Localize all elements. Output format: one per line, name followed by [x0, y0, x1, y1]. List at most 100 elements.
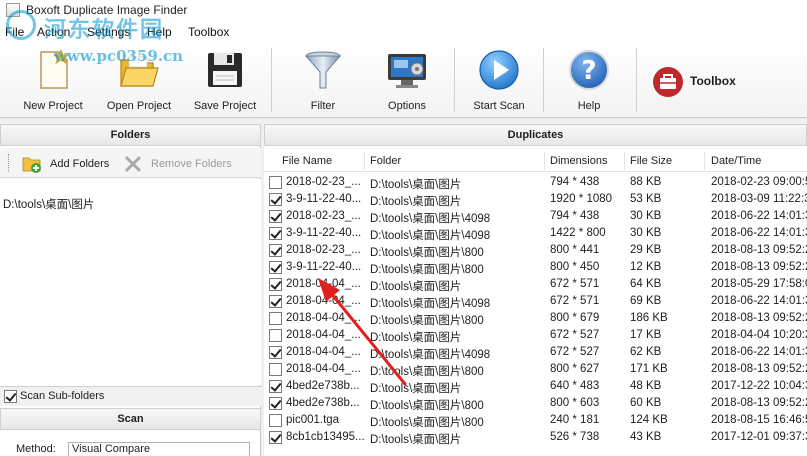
row-checkbox[interactable]	[269, 380, 282, 393]
column-dimensions[interactable]: Dimensions	[550, 155, 607, 167]
toolbox-button[interactable]: Toolbox	[648, 44, 748, 116]
scan-subfolders-checkbox[interactable]	[4, 390, 17, 403]
filter-button[interactable]: Filter	[284, 44, 362, 116]
row-checkbox[interactable]	[269, 176, 282, 189]
cell-file-name: 4bed2e738b...	[286, 380, 360, 392]
table-row[interactable]: 2018-04-04_... D:\tools\桌面\图片 672 * 527 17 …	[264, 327, 807, 344]
table-row[interactable]: 2018-02-23_... D:\tools\桌面\图片 794 * 438 88 …	[264, 174, 807, 191]
window-title: Boxoft Duplicate Image Finder	[26, 3, 188, 17]
cell-folder: D:\tools\桌面\图片	[370, 179, 462, 191]
cell-file-name: 2018-04-04_...	[286, 363, 361, 375]
cell-file-name: pic001.tga	[286, 414, 340, 426]
table-row[interactable]: 2018-04-04_... D:\tools\桌面\图片 672 * 571 64 …	[264, 276, 807, 293]
row-checkbox[interactable]	[269, 363, 282, 376]
menu-action[interactable]: Action	[37, 25, 70, 39]
column-date-time[interactable]: Date/Time	[711, 155, 761, 167]
options-monitor-icon	[388, 54, 426, 88]
cell-dimensions: 800 * 603	[550, 397, 600, 409]
column-folder[interactable]: Folder	[370, 155, 401, 167]
column-divider[interactable]	[704, 152, 705, 170]
svg-text:?: ?	[581, 56, 596, 86]
cell-date-time: 2018-08-13 09:52:2	[711, 244, 807, 256]
cell-dimensions: 800 * 679	[550, 312, 600, 324]
table-row[interactable]: 8cb1cb13495... D:\tools\桌面\图片 526 * 738 43 …	[264, 429, 807, 446]
column-file-size[interactable]: File Size	[630, 155, 672, 167]
folder-toolbar: Add Folders Remove Folders	[0, 148, 261, 178]
toolbar-separator	[636, 48, 637, 112]
table-row[interactable]: pic001.tga D:\tools\桌面\图片\800 240 * 181 124…	[264, 412, 807, 429]
row-checkbox[interactable]	[269, 295, 282, 308]
row-checkbox[interactable]	[269, 431, 282, 444]
start-scan-button[interactable]: Start Scan	[462, 44, 536, 116]
cell-dimensions: 800 * 450	[550, 261, 600, 273]
add-folders-button[interactable]: Add Folders	[22, 154, 112, 174]
folder-path-item[interactable]: D:\tools\桌面\图片	[3, 196, 94, 212]
start-scan-label: Start Scan	[473, 100, 525, 112]
cell-date-time: 2018-04-04 10:20:2	[711, 329, 807, 341]
remove-folders-label: Remove Folders	[151, 158, 232, 170]
method-select[interactable]: Visual Compare	[68, 442, 250, 456]
table-row[interactable]: 2018-04-04_... D:\tools\桌面\图片\800 800 * 62…	[264, 361, 807, 378]
cell-file-size: 12 KB	[630, 261, 662, 273]
remove-folders-button[interactable]: Remove Folders	[123, 154, 233, 174]
help-button[interactable]: ? Help	[552, 44, 626, 116]
row-checkbox[interactable]	[269, 414, 282, 427]
cell-dimensions: 672 * 571	[550, 295, 600, 307]
row-checkbox[interactable]	[269, 227, 282, 240]
row-checkbox[interactable]	[269, 261, 282, 274]
cell-file-name: 3-9-11-22-40...	[286, 193, 362, 205]
row-checkbox[interactable]	[269, 244, 282, 257]
cell-file-size: 30 KB	[630, 227, 662, 239]
table-row[interactable]: 3-9-11-22-40... D:\tools\桌面\图片 1920 * 1080…	[264, 191, 807, 208]
cell-date-time: 2018-08-13 09:52:2	[711, 397, 807, 409]
open-project-button[interactable]: Open Project	[100, 44, 178, 116]
column-divider[interactable]	[624, 152, 625, 170]
cell-date-time: 2018-08-13 09:52:2	[711, 363, 807, 375]
table-row[interactable]: 4bed2e738b... D:\tools\桌面\图片 640 * 483 48 K…	[264, 378, 807, 395]
toolbox-label: Toolbox	[690, 74, 736, 88]
scan-header: Scan	[0, 408, 261, 430]
table-row[interactable]: 3-9-11-22-40... D:\tools\桌面\图片\800 800 * 4…	[264, 259, 807, 276]
cell-file-size: 124 KB	[630, 414, 668, 426]
table-row[interactable]: 4bed2e738b... D:\tools\桌面\图片\800 800 * 603…	[264, 395, 807, 412]
open-project-label: Open Project	[106, 100, 172, 112]
folder-list[interactable]: D:\tools\桌面\图片	[0, 179, 261, 385]
column-file-name[interactable]: File Name	[282, 155, 332, 167]
row-checkbox[interactable]	[269, 193, 282, 206]
cell-date-time: 2018-06-22 14:01:3	[711, 227, 807, 239]
menu-settings[interactable]: Settings	[87, 25, 130, 39]
options-label: Options	[388, 100, 426, 112]
row-checkbox[interactable]	[269, 346, 282, 359]
table-row[interactable]: 3-9-11-22-40... D:\tools\桌面\图片\4098 1422 *…	[264, 225, 807, 242]
cell-date-time: 2018-03-09 11:22:3	[711, 193, 807, 205]
duplicates-header: Duplicates	[264, 124, 807, 146]
menu-help[interactable]: Help	[147, 25, 172, 39]
folders-header: Folders	[0, 124, 261, 146]
row-checkbox[interactable]	[269, 329, 282, 342]
row-checkbox[interactable]	[269, 278, 282, 291]
grid-header: File Name Folder Dimensions File Size Da…	[264, 150, 807, 172]
column-divider[interactable]	[544, 152, 545, 170]
cell-folder: D:\tools\桌面\图片\800	[370, 264, 484, 276]
cell-dimensions: 640 * 483	[550, 380, 600, 392]
row-checkbox[interactable]	[269, 397, 282, 410]
toolbar-grip	[8, 154, 11, 172]
column-divider[interactable]	[364, 152, 365, 170]
add-folder-icon	[22, 157, 41, 173]
new-document-icon	[40, 48, 70, 89]
floppy-disk-icon	[208, 53, 242, 87]
table-row[interactable]: 2018-04-04_... D:\tools\桌面\图片\4098 672 * 5…	[264, 344, 807, 361]
table-row[interactable]: 2018-02-23_... D:\tools\桌面\图片\800 800 * 44…	[264, 242, 807, 259]
new-project-button[interactable]: New Project	[14, 44, 92, 116]
options-button[interactable]: Options	[368, 44, 446, 116]
table-row[interactable]: 2018-02-23_... D:\tools\桌面\图片\4098 794 * 4…	[264, 208, 807, 225]
scan-subfolders-label: Scan Sub-folders	[20, 390, 105, 402]
row-checkbox[interactable]	[269, 210, 282, 223]
table-row[interactable]: 2018-04-04_... D:\tools\桌面\图片\4098 672 * 5…	[264, 293, 807, 310]
cell-file-name: 2018-04-04_...	[286, 312, 361, 324]
menu-file[interactable]: File	[5, 25, 24, 39]
save-project-button[interactable]: Save Project	[186, 44, 264, 116]
row-checkbox[interactable]	[269, 312, 282, 325]
table-row[interactable]: 2018-04-04_... D:\tools\桌面\图片\800 800 * 67…	[264, 310, 807, 327]
menu-toolbox[interactable]: Toolbox	[188, 25, 229, 39]
